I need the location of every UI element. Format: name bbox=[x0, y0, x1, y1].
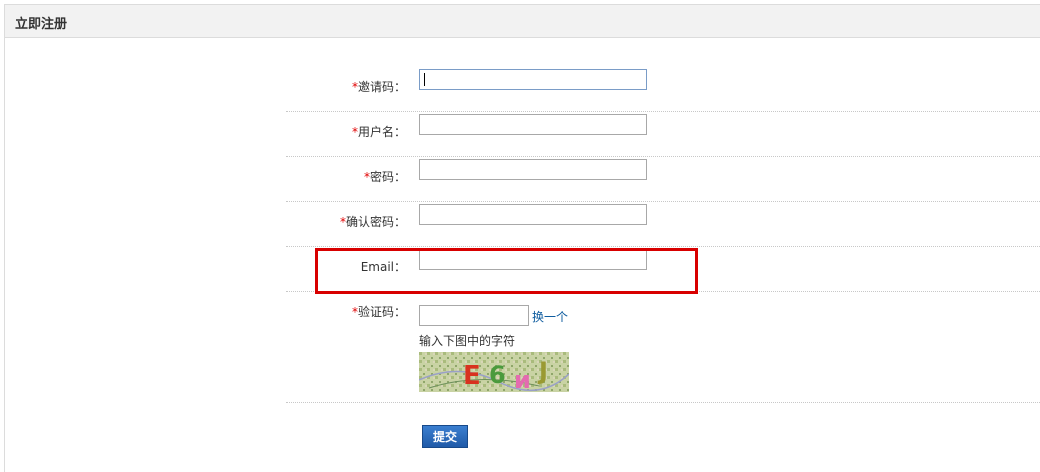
panel-title: 立即注册 bbox=[15, 17, 68, 32]
form-row-captcha: *验证码： 换一个 输入下图中的字符 E 6 и J bbox=[286, 292, 1040, 403]
invite-code-input[interactable] bbox=[419, 69, 647, 90]
submit-button[interactable]: 提交 bbox=[422, 425, 468, 448]
form-row-username: *用户名： bbox=[286, 112, 1040, 157]
field-label: *验证码： bbox=[352, 303, 406, 320]
field-label: *用户名： bbox=[352, 123, 406, 140]
captcha-char-4: J bbox=[537, 357, 548, 385]
form-row-email: Email： bbox=[286, 247, 1040, 292]
captcha-char-3: и bbox=[514, 366, 531, 392]
field-label: *密码： bbox=[364, 168, 406, 185]
password-label: 密码： bbox=[369, 170, 406, 184]
form-row-confirm-password: *确认密码： bbox=[286, 202, 1040, 247]
captcha-char-1: E bbox=[463, 361, 481, 391]
field-label: Email： bbox=[361, 258, 406, 275]
invite-code-label: 邀请码： bbox=[357, 80, 406, 94]
password-input[interactable] bbox=[419, 159, 647, 180]
captcha-refresh-link[interactable]: 换一个 bbox=[532, 308, 568, 325]
field-label: *确认密码： bbox=[340, 213, 406, 230]
email-label: Email： bbox=[360, 260, 406, 274]
username-label: 用户名： bbox=[357, 125, 406, 139]
captcha-hint: 输入下图中的字符 bbox=[419, 334, 516, 348]
confirm-password-input[interactable] bbox=[419, 204, 647, 225]
form-row-invite-code: *邀请码： bbox=[286, 67, 1040, 112]
form-row-password: *密码： bbox=[286, 157, 1040, 202]
panel-header: 立即注册 bbox=[5, 5, 1040, 38]
captcha-image[interactable]: E 6 и J bbox=[419, 352, 569, 392]
username-input[interactable] bbox=[419, 114, 647, 135]
confirm-password-label: 确认密码： bbox=[345, 215, 406, 229]
email-input[interactable] bbox=[419, 249, 647, 270]
field-label: *邀请码： bbox=[352, 78, 406, 95]
captcha-label: 验证码： bbox=[357, 305, 406, 319]
captcha-char-2: 6 bbox=[489, 361, 506, 389]
captcha-input[interactable] bbox=[419, 305, 529, 326]
text-caret bbox=[424, 73, 425, 86]
